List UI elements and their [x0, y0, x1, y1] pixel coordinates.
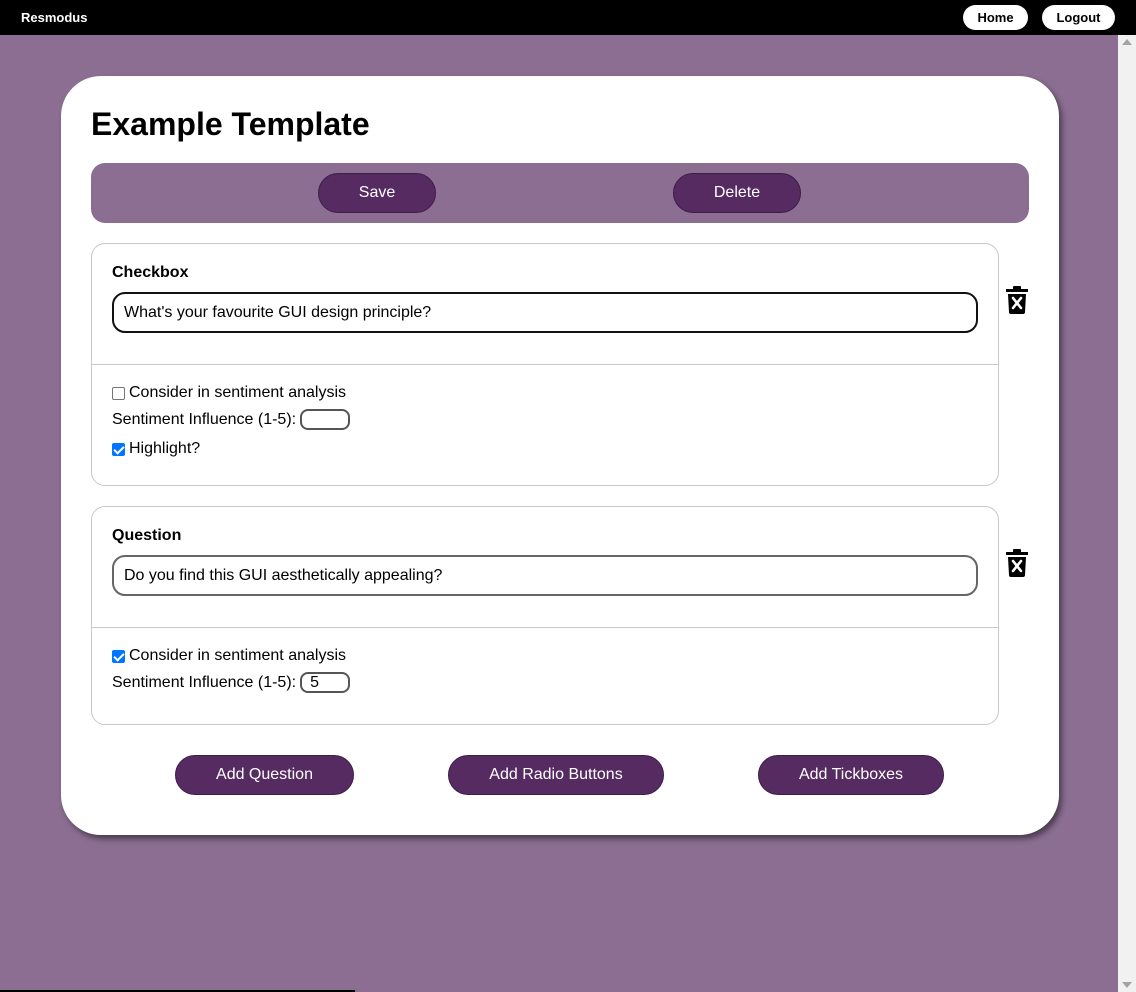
consider-sentiment-checkbox[interactable] — [112, 649, 125, 663]
add-tickboxes-button[interactable]: Add Tickboxes — [758, 755, 944, 795]
top-nav-bar: Resmodus Home Logout — [0, 0, 1136, 35]
question-type-label: Checkbox — [112, 264, 189, 281]
save-button[interactable]: Save — [318, 173, 436, 213]
question-text-input[interactable] — [112, 555, 978, 596]
page-title: Example Template — [91, 106, 370, 142]
sentiment-influence-row: Sentiment Influence (1-5): — [112, 409, 351, 430]
divider — [92, 364, 998, 365]
delete-template-button[interactable]: Delete — [673, 173, 801, 213]
question-card-checkbox: Checkbox Consider in sentiment analysis … — [91, 243, 999, 486]
sentiment-influence-input[interactable]: 5 — [300, 672, 351, 693]
question-type-label: Question — [112, 527, 182, 544]
consider-sentiment-label: Consider in sentiment analysis — [129, 647, 346, 664]
highlight-checkbox[interactable] — [112, 442, 125, 456]
vertical-scrollbar[interactable] — [1118, 35, 1136, 992]
scroll-up-arrow-icon[interactable] — [1122, 39, 1132, 45]
scroll-down-arrow-icon[interactable] — [1122, 982, 1132, 988]
consider-sentiment-row: Consider in sentiment analysis — [112, 647, 346, 665]
add-radio-buttons-button[interactable]: Add Radio Buttons — [448, 755, 664, 795]
trash-x-icon[interactable] — [1006, 549, 1028, 577]
consider-sentiment-checkbox[interactable] — [112, 386, 125, 400]
highlight-label: Highlight? — [129, 440, 201, 457]
highlight-row: Highlight? — [112, 440, 200, 458]
sentiment-influence-label: Sentiment Influence (1-5): — [112, 673, 297, 691]
template-toolbar: Save Delete — [91, 163, 1029, 223]
consider-sentiment-row: Consider in sentiment analysis — [112, 384, 346, 402]
divider — [92, 627, 998, 628]
template-editor-card: Example Template Save Delete Checkbox Co… — [61, 76, 1059, 835]
sentiment-influence-row: Sentiment Influence (1-5): 5 — [112, 672, 351, 693]
consider-sentiment-label: Consider in sentiment analysis — [129, 384, 346, 401]
add-question-button[interactable]: Add Question — [175, 755, 354, 795]
sentiment-influence-label: Sentiment Influence (1-5): — [112, 410, 297, 428]
question-text-input[interactable] — [112, 292, 978, 333]
question-card-question: Question Consider in sentiment analysis … — [91, 506, 999, 725]
brand-logo-text: Resmodus — [21, 10, 88, 25]
logout-button[interactable]: Logout — [1042, 5, 1115, 30]
sentiment-influence-input[interactable] — [300, 409, 351, 430]
home-button[interactable]: Home — [963, 5, 1028, 30]
trash-x-icon[interactable] — [1006, 286, 1028, 314]
